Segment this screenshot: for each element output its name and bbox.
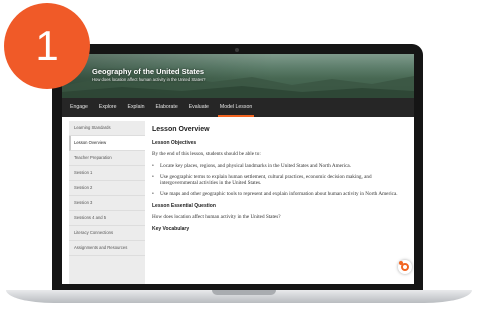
screen-body: Learning Standards Lesson Overview Teach… [62, 54, 414, 284]
list-item: Use geographic terms to explain human se… [152, 174, 402, 187]
sidebar-item-learning-standards[interactable]: Learning Standards [69, 121, 145, 136]
camera-icon [235, 48, 239, 52]
list-item: Locate key places, regions, and physical… [152, 163, 402, 170]
essential-question-heading: Lesson Essential Question [152, 203, 216, 210]
essential-question: How does location affect human activity … [152, 214, 281, 221]
step-number-badge: 1 [4, 3, 90, 89]
key-vocabulary-heading: Key Vocabulary [152, 226, 190, 233]
objectives-heading: Lesson Objectives [152, 140, 197, 146]
list-item: Use maps and other geographic tools to r… [152, 191, 402, 198]
sidebar-item-session-3[interactable]: Session 3 [69, 196, 145, 211]
objectives-list: Locate key places, regions, and physical… [152, 163, 402, 197]
sidebar-item-sessions-4-5[interactable]: Sessions 4 and 5 [69, 211, 145, 226]
lesson-content: Lesson Overview Lesson Objectives By the… [152, 126, 402, 237]
sidebar-item-lesson-overview[interactable]: Lesson Overview [69, 136, 145, 151]
objectives-intro: By the end of this lesson, students shou… [152, 151, 261, 157]
sidebar-item-teacher-preparation[interactable]: Teacher Preparation [69, 151, 145, 166]
sidebar-item-session-2[interactable]: Session 2 [69, 181, 145, 196]
laptop-notch [212, 290, 276, 295]
lesson-sidebar: Learning Standards Lesson Overview Teach… [69, 121, 145, 284]
laptop-base [6, 290, 472, 303]
notification-dot [399, 261, 403, 265]
sidebar-item-assignments-resources[interactable]: Assignments and Resources [69, 241, 145, 256]
lesson-overview-heading: Lesson Overview [152, 126, 210, 133]
help-button[interactable] [398, 260, 412, 274]
sidebar-item-session-1[interactable]: Session 1 [69, 166, 145, 181]
sidebar-item-literacy-connections[interactable]: Literacy Connections [69, 226, 145, 241]
